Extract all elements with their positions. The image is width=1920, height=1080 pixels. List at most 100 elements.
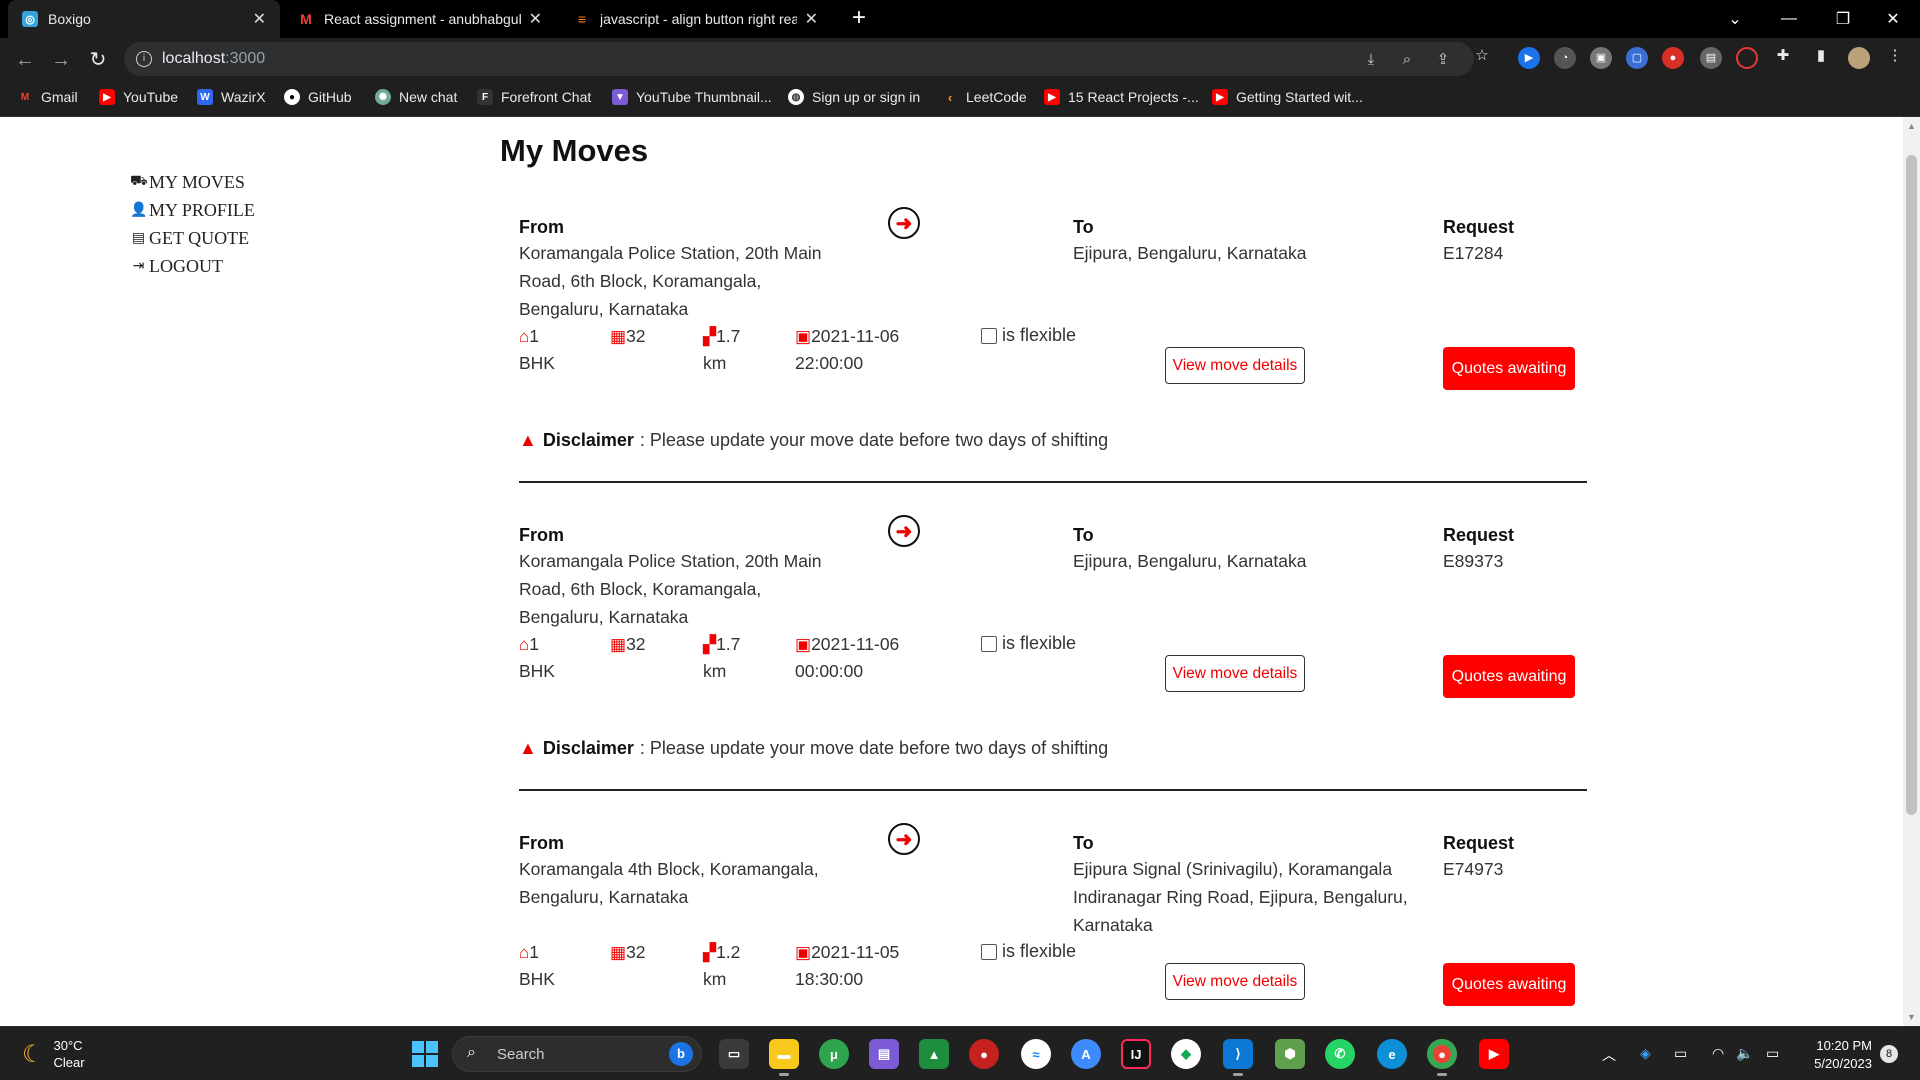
tab-search-icon[interactable]: ⌄	[1708, 0, 1762, 38]
sidebar-item-my-moves[interactable]: ⛟ MY MOVES	[130, 168, 255, 196]
from-address: Koramangala Police Station, 20th Main Ro…	[519, 551, 822, 627]
google-drive-icon[interactable]: ▲	[919, 1039, 949, 1069]
back-icon[interactable]: ←	[11, 46, 39, 74]
to-address: Ejipura, Bengaluru, Karnataka	[1073, 551, 1307, 571]
extensions-puzzle-icon[interactable]: ✚	[1774, 47, 1792, 65]
defender-icon[interactable]: ◈	[1640, 1045, 1651, 1062]
tab-gmail[interactable]: M React assignment - anubhabguh ✕	[284, 0, 556, 38]
chrome-icon[interactable]: ●	[1427, 1039, 1457, 1076]
page-scrollbar[interactable]: ▲ ▼	[1903, 117, 1920, 1026]
flexible-checkbox[interactable]: is flexible	[981, 633, 1076, 654]
bookmark-forefront[interactable]: F Forefront Chat	[477, 89, 591, 105]
profile-avatar[interactable]	[1848, 47, 1870, 69]
intellij-icon[interactable]: IJ	[1121, 1039, 1151, 1069]
mongodb-icon[interactable]: ◆	[1171, 1039, 1201, 1069]
task-view-icon[interactable]: ▭	[719, 1039, 749, 1069]
menu-icon[interactable]: ⋮	[1886, 47, 1904, 65]
install-icon[interactable]: ⤓	[1362, 51, 1380, 69]
view-move-details-button[interactable]: View move details	[1165, 347, 1305, 384]
forward-icon[interactable]: →	[47, 46, 75, 74]
edge-icon[interactable]: e	[1377, 1039, 1407, 1069]
view-move-details-button[interactable]: View move details	[1165, 963, 1305, 1000]
taskbar-search[interactable]: ⌕ Search b	[452, 1036, 702, 1072]
vscode-icon[interactable]: ⟩	[1223, 1039, 1253, 1076]
bookmark-sign-up[interactable]: ◍ Sign up or sign in	[788, 89, 920, 105]
clock-date: 5/20/2023	[1814, 1056, 1872, 1071]
extension-1-icon[interactable]: ▶	[1518, 47, 1540, 69]
url-text[interactable]: localhost:3000	[162, 50, 265, 68]
tab-label: React assignment - anubhabguh	[324, 11, 521, 27]
weather-widget[interactable]: ☾ 30°C Clear	[22, 1037, 85, 1071]
bookmark-youtube[interactable]: ▶ YouTube	[99, 89, 178, 105]
volume-icon[interactable]: 🔈	[1736, 1045, 1753, 1062]
close-icon[interactable]: ✕	[529, 9, 542, 29]
bookmark-github[interactable]: ● GitHub	[284, 89, 352, 105]
scroll-down-icon[interactable]: ▼	[1907, 1012, 1916, 1022]
whatsapp-icon[interactable]: ✆	[1325, 1039, 1355, 1069]
chevron-up-icon[interactable]: ︿	[1602, 1045, 1616, 1065]
extension-3-icon[interactable]: ▣	[1590, 47, 1612, 69]
clipchamp-icon[interactable]: ▤	[869, 1039, 899, 1069]
address-bar[interactable]: i localhost:3000 ⤓ ⌕ ⇪	[124, 42, 1474, 76]
request-label: Request	[1443, 217, 1515, 237]
record-icon[interactable]: ●	[969, 1039, 999, 1069]
bookmark-gmail[interactable]: M Gmail	[17, 89, 78, 105]
bookmark-leetcode[interactable]: ‹ LeetCode	[942, 89, 1027, 105]
minimize-button[interactable]: —	[1762, 0, 1816, 38]
file-explorer-icon[interactable]: ▬	[769, 1039, 799, 1076]
tab-stackoverflow[interactable]: ≡ javascript - align button right rea ✕	[560, 0, 832, 38]
bookmark-wazirx[interactable]: W WazirX	[197, 89, 266, 105]
restore-button[interactable]: ❐	[1816, 0, 1870, 38]
sidebar-item-my-profile[interactable]: 👤 MY PROFILE	[130, 196, 255, 224]
window-close-button[interactable]: ✕	[1866, 0, 1920, 38]
tab-boxigo[interactable]: ◎ Boxigo ✕	[8, 0, 280, 38]
bookmark-react-projects[interactable]: ▶ 15 React Projects -...	[1044, 89, 1199, 105]
view-move-details-button[interactable]: View move details	[1165, 655, 1305, 692]
from-label: From	[519, 217, 564, 237]
messenger-icon[interactable]: ≈	[1021, 1039, 1051, 1069]
checkbox-box[interactable]	[981, 327, 997, 344]
wifi-icon[interactable]: ◠	[1712, 1045, 1724, 1062]
youtube-icon[interactable]: ▶	[1479, 1039, 1509, 1069]
system-clock[interactable]: 10:20 PM 5/20/2023	[1800, 1037, 1872, 1073]
flexible-checkbox[interactable]: is flexible	[981, 941, 1076, 962]
extension-6-icon[interactable]: ▤	[1700, 47, 1722, 69]
page-viewport: ⛟ MY MOVES 👤 MY PROFILE ▤ GET QUOTE ⇥ LO…	[0, 117, 1903, 1026]
close-icon[interactable]: ✕	[805, 9, 818, 29]
bookmark-thumbnail[interactable]: ▼ YouTube Thumbnail...	[612, 89, 772, 105]
reload-icon[interactable]: ↻	[84, 46, 112, 74]
share-icon[interactable]: ⇪	[1434, 51, 1452, 69]
notification-badge[interactable]: 8	[1880, 1045, 1898, 1063]
forefront-icon: F	[477, 89, 493, 105]
bookmark-getting-started[interactable]: ▶ Getting Started wit...	[1212, 89, 1363, 105]
scrollbar-thumb[interactable]	[1906, 155, 1917, 815]
sidebar-item-logout[interactable]: ⇥ LOGOUT	[130, 252, 255, 280]
scroll-up-icon[interactable]: ▲	[1907, 121, 1916, 131]
side-panel-icon[interactable]: ▮	[1812, 47, 1830, 65]
utorrent-icon[interactable]: μ	[819, 1039, 849, 1069]
quotes-awaiting-button[interactable]: Quotes awaiting	[1443, 963, 1575, 1006]
sidebar-item-get-quote[interactable]: ▤ GET QUOTE	[130, 224, 255, 252]
zoom-icon[interactable]: ⌕	[1398, 51, 1416, 69]
close-icon[interactable]: ✕	[253, 9, 266, 29]
quotes-awaiting-button[interactable]: Quotes awaiting	[1443, 347, 1575, 390]
quotes-awaiting-button[interactable]: Quotes awaiting	[1443, 655, 1575, 698]
checkbox-box[interactable]	[981, 635, 997, 652]
bookmark-new-chat[interactable]: ✺ New chat	[375, 89, 457, 105]
extension-4-icon[interactable]: ▢	[1626, 47, 1648, 69]
flexible-checkbox[interactable]: is flexible	[981, 325, 1076, 346]
site-info-icon[interactable]: i	[136, 51, 152, 67]
battery-icon[interactable]: ▭	[1766, 1045, 1779, 1062]
bing-icon[interactable]: b	[669, 1042, 693, 1066]
start-button[interactable]	[412, 1041, 438, 1067]
checkbox-box[interactable]	[981, 943, 997, 960]
nodejs-icon[interactable]: ⬢	[1275, 1039, 1305, 1069]
extension-2-icon[interactable]: ◔	[1554, 47, 1576, 69]
app-store-icon[interactable]: A	[1071, 1039, 1101, 1069]
new-tab-button[interactable]: +	[846, 6, 872, 32]
map-icon: ▞	[703, 635, 717, 654]
display-icon[interactable]: ▭	[1674, 1045, 1687, 1062]
bookmark-star-icon[interactable]: ☆	[1473, 47, 1491, 65]
extension-5-icon[interactable]: ●	[1662, 47, 1684, 69]
extension-7-icon[interactable]	[1736, 47, 1758, 69]
